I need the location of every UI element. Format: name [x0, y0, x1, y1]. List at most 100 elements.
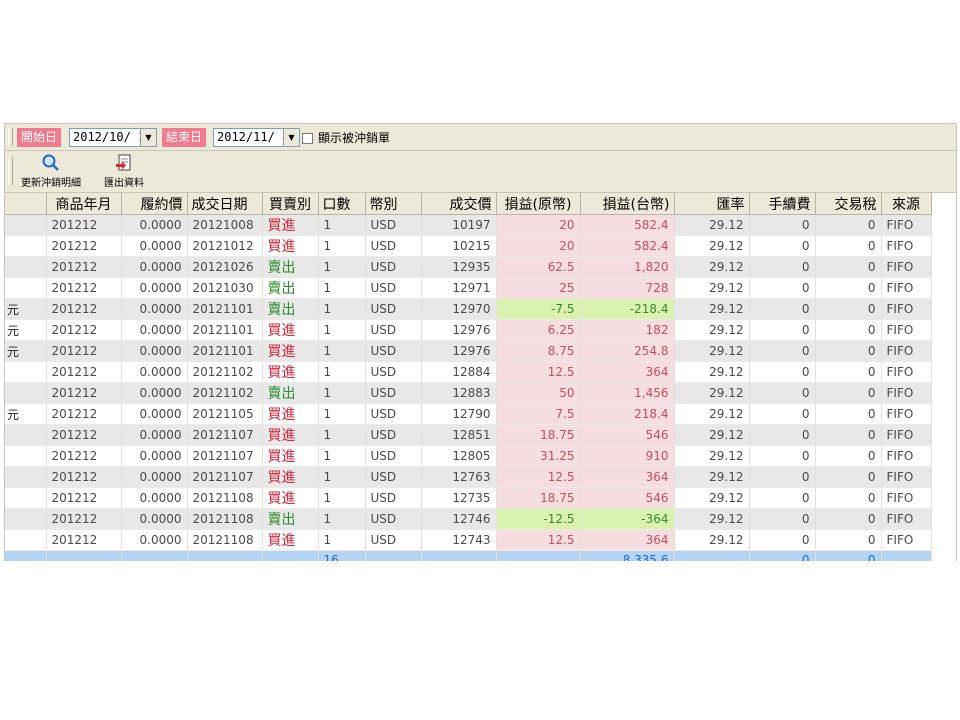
cell-src: FIFO	[881, 424, 932, 446]
table-row[interactable]: 201212 0.0000 20121012 買進 1 USD 10215 20 582.4 29…	[5, 235, 932, 257]
side-text: 買進	[267, 470, 296, 486]
chevron-down-icon[interactable]: ▼	[283, 129, 299, 146]
column-header[interactable]: 交易稅	[815, 193, 882, 215]
cell-side: 買進	[262, 235, 319, 257]
table-row[interactable]: 201212 0.0000 20121102 賣出 1 USD 12883 50 1,456 29…	[5, 382, 932, 404]
cell-lots: 1	[318, 466, 366, 488]
table-row[interactable]: 201212 0.0000 20121108 賣出 1 USD 12746 -12.5 -364…	[5, 508, 932, 530]
cell-pl-twd: 254.8	[580, 340, 675, 362]
cell-rate: 29.12	[674, 340, 750, 362]
cell-side: 買進	[262, 487, 319, 509]
cell-pl-orig: 18.75	[496, 487, 581, 509]
cell-pl-twd: -218.4	[580, 298, 675, 320]
cell-pl-orig: 50	[496, 382, 581, 404]
cell-price: 10197	[421, 214, 497, 236]
cell-strike: 0.0000	[121, 277, 188, 299]
row-stub-cell	[5, 382, 47, 404]
table-row[interactable]: 元 201212 0.0000 20121101 賣出 1 USD 12970 -7.5 -218…	[5, 298, 932, 320]
total-cell-pl-twd: 8,335.6	[580, 550, 675, 561]
table-row[interactable]: 201212 0.0000 20121107 買進 1 USD 12763 12.5 364 29…	[5, 466, 932, 488]
cell-tax: 0	[815, 466, 882, 488]
cell-date: 20121101	[187, 340, 263, 362]
column-header[interactable]: 買賣別	[262, 193, 319, 215]
table-row[interactable]: 201212 0.0000 20121030 賣出 1 USD 12971 25 728 29.1…	[5, 277, 932, 299]
cell-side: 買進	[262, 403, 319, 425]
table-row[interactable]: 元 201212 0.0000 20121105 買進 1 USD 12790 7.5 218.4…	[5, 403, 932, 425]
column-header[interactable]: 來源	[881, 193, 932, 215]
table-row[interactable]: 201212 0.0000 20121107 買進 1 USD 12851 18.75 546 2…	[5, 424, 932, 446]
cell-month: 201212	[46, 340, 122, 362]
table-row[interactable]: 元 201212 0.0000 20121101 買進 1 USD 12976 8.75 254.…	[5, 340, 932, 362]
cell-side: 買進	[262, 319, 319, 341]
totals-row[interactable]: 16 8,335.6 0 0	[5, 550, 932, 561]
cell-rate: 29.12	[674, 256, 750, 278]
cell-rate: 29.12	[674, 214, 750, 236]
offset-detail-window: 開始日 2012/10/ 1 ▼ 結束日 2012/11/ 8 ▼ 顯示被沖銷單…	[4, 123, 957, 561]
table-row[interactable]: 201212 0.0000 20121107 買進 1 USD 12805 31.25 910 2…	[5, 445, 932, 467]
cell-month: 201212	[46, 508, 122, 530]
cell-src: FIFO	[881, 235, 932, 257]
cell-price: 12971	[421, 277, 497, 299]
column-header[interactable]: 商品年月	[46, 193, 122, 215]
cell-lots: 1	[318, 487, 366, 509]
side-text: 買進	[267, 407, 296, 423]
cell-fee: 0	[749, 466, 816, 488]
cell-side: 買進	[262, 466, 319, 488]
cell-tax: 0	[815, 214, 882, 236]
cell-price: 12743	[421, 529, 497, 551]
cell-src: FIFO	[881, 277, 932, 299]
total-cell-fee: 0	[749, 550, 816, 561]
magnifier-icon	[41, 154, 61, 172]
show-offset-label[interactable]: 顯示被沖銷單	[318, 129, 390, 147]
cell-rate: 29.12	[674, 319, 750, 341]
table-row[interactable]: 201212 0.0000 20121026 賣出 1 USD 12935 62.5 1,820…	[5, 256, 932, 278]
cell-month: 201212	[46, 256, 122, 278]
column-header[interactable]: 成交價	[421, 193, 497, 215]
column-header[interactable]: 損益(原幣)	[496, 193, 581, 215]
date-filter-bar: 開始日 2012/10/ 1 ▼ 結束日 2012/11/ 8 ▼ 顯示被沖銷單	[5, 124, 956, 151]
column-header[interactable]: 損益(台幣)	[580, 193, 675, 215]
table-row[interactable]: 201212 0.0000 20121108 買進 1 USD 12743 12.5 364 29…	[5, 529, 932, 551]
cell-src: FIFO	[881, 403, 932, 425]
cell-src: FIFO	[881, 319, 932, 341]
table-row[interactable]: 201212 0.0000 20121008 買進 1 USD 10197 20 582.4 29…	[5, 214, 932, 236]
cell-pl-orig: 12.5	[496, 529, 581, 551]
export-data-button[interactable]: 匯出資料	[99, 154, 149, 190]
cell-cur: USD	[365, 487, 422, 509]
column-header-stub[interactable]	[5, 193, 47, 215]
total-cell-pl-orig	[496, 550, 581, 561]
cell-fee: 0	[749, 382, 816, 404]
table-body: 201212 0.0000 20121008 買進 1 USD 10197 20 582.4 29…	[5, 214, 932, 561]
cell-tax: 0	[815, 424, 882, 446]
cell-strike: 0.0000	[121, 298, 188, 320]
table-row[interactable]: 201212 0.0000 20121108 買進 1 USD 12735 18.75 546 2…	[5, 487, 932, 509]
column-header[interactable]: 履約價	[121, 193, 188, 215]
cell-strike: 0.0000	[121, 214, 188, 236]
cell-tax: 0	[815, 298, 882, 320]
end-date-picker[interactable]: 2012/11/ 8 ▼	[213, 128, 300, 147]
column-header[interactable]: 幣別	[365, 193, 422, 215]
cell-lots: 1	[318, 214, 366, 236]
refresh-offset-button[interactable]: 更新沖銷明細	[16, 154, 86, 190]
row-stub-cell	[5, 214, 47, 236]
table-row[interactable]: 元 201212 0.0000 20121101 買進 1 USD 12976 6.25 182 2…	[5, 319, 932, 341]
total-cell-cur	[365, 550, 422, 561]
total-cell-tax: 0	[815, 550, 882, 561]
cell-rate: 29.12	[674, 361, 750, 383]
total-cell-stub	[5, 550, 47, 561]
column-header[interactable]: 手續費	[749, 193, 816, 215]
cell-price: 12935	[421, 256, 497, 278]
start-date-picker[interactable]: 2012/10/ 1 ▼	[69, 128, 157, 147]
column-header[interactable]: 成交日期	[187, 193, 263, 215]
cell-side: 買進	[262, 361, 319, 383]
toolbar-grip[interactable]	[8, 157, 13, 185]
total-cell-price	[421, 550, 497, 561]
chevron-down-icon[interactable]: ▼	[140, 129, 156, 146]
column-header[interactable]: 口數	[318, 193, 366, 215]
table-row[interactable]: 201212 0.0000 20121102 買進 1 USD 12884 12.5 364 29…	[5, 361, 932, 383]
show-offset-checkbox[interactable]	[302, 133, 313, 144]
cell-pl-orig: -7.5	[496, 298, 581, 320]
toolbar-grip[interactable]	[8, 128, 13, 146]
cell-pl-twd: 546	[580, 424, 675, 446]
column-header[interactable]: 匯率	[674, 193, 750, 215]
